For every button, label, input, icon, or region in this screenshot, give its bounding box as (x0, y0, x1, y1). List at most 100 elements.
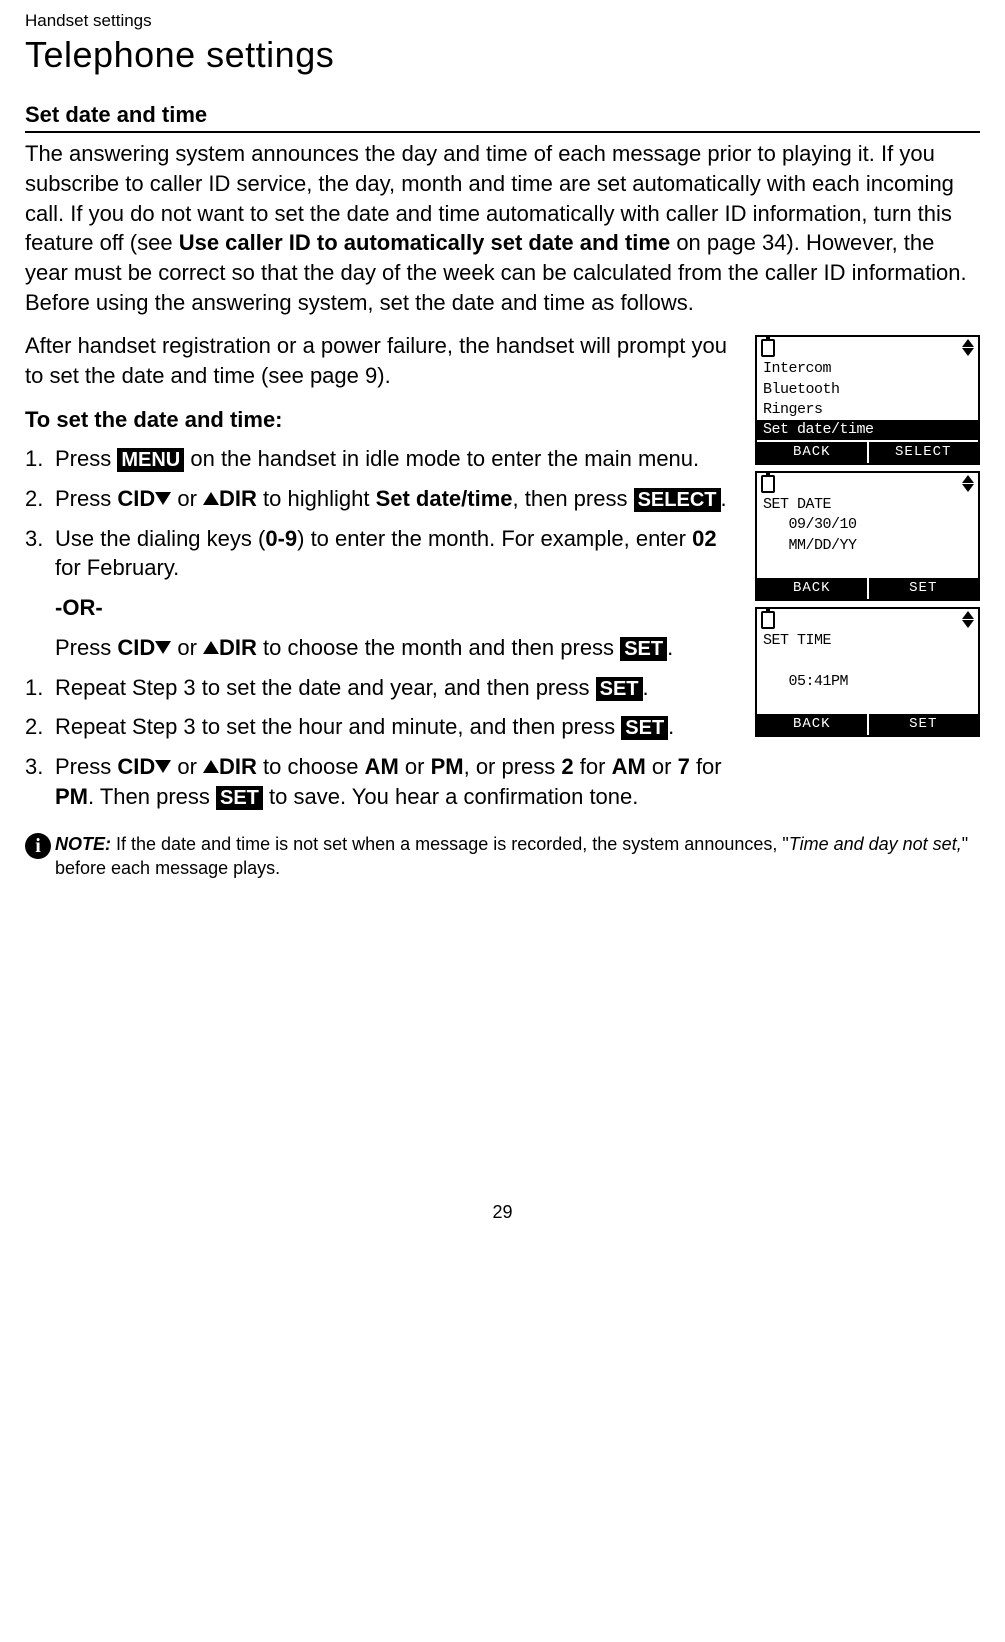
step-b3: Press CID or DIR to choose AM or PM, or … (25, 752, 743, 811)
up-triangle-icon (203, 641, 219, 654)
step-text: , then press (513, 486, 634, 511)
scroll-arrows-icon (962, 339, 974, 356)
lcd-line (763, 556, 972, 576)
breadcrumb: Handset settings (25, 10, 980, 33)
or-separator: -OR- (55, 593, 743, 623)
down-triangle-icon (155, 641, 171, 654)
step-text: on the handset in idle mode to enter the… (184, 446, 699, 471)
lcd-screen-time: SET TIME 05:41PM BACK SET (755, 607, 980, 737)
softkey-back: BACK (757, 578, 869, 599)
info-icon: i (25, 833, 51, 859)
set-date-time-label: Set date/time (376, 486, 513, 511)
key-7: 7 (678, 754, 690, 779)
pm-label: PM (431, 754, 464, 779)
softkey-set: SET (869, 578, 979, 599)
step-b2: Repeat Step 3 to set the hour and minute… (25, 712, 743, 742)
page-number: 29 (25, 1200, 980, 1224)
step-2: Press CID or DIR to highlight Set date/t… (25, 484, 743, 514)
up-triangle-icon (203, 760, 219, 773)
step-3: Use the dialing keys (0-9) to enter the … (25, 524, 743, 583)
lcd-line (763, 651, 972, 671)
or-paragraph: Press CID or DIR to choose the month and… (55, 633, 743, 663)
steps-list-a: Press MENU on the handset in idle mode t… (25, 444, 743, 583)
steps-list-b: Repeat Step 3 to set the date and year, … (25, 673, 743, 812)
step-text: to choose (257, 754, 365, 779)
step-text: . (668, 714, 674, 739)
section-heading: Set date and time (25, 100, 980, 134)
lcd-screen-menu: Intercom Bluetooth Ringers Set date/time… (755, 335, 980, 465)
sub-heading: To set the date and time: (25, 405, 743, 435)
set-keycap: SET (620, 637, 667, 661)
cid-label: CID (117, 486, 155, 511)
softkey-back: BACK (757, 714, 869, 735)
step-text: , or press (464, 754, 562, 779)
step-text: or (646, 754, 678, 779)
set-keycap: SET (216, 786, 263, 810)
cid-label: CID (117, 754, 155, 779)
page-title: Telephone settings (25, 31, 980, 80)
step-text: to choose the month and then press (257, 635, 620, 660)
intro-bold-ref: Use caller ID to automatically set date … (179, 230, 671, 255)
note-text: If the date and time is not set when a m… (111, 834, 789, 854)
pm-label: PM (55, 784, 88, 809)
step-text: Press (55, 486, 117, 511)
dir-label: DIR (219, 754, 257, 779)
step-text: . (721, 486, 727, 511)
lcd-line: Ringers (763, 400, 972, 420)
menu-keycap: MENU (117, 448, 184, 472)
lcd-line: Bluetooth (763, 380, 972, 400)
step-text: or (171, 486, 203, 511)
select-keycap: SELECT (634, 488, 721, 512)
scroll-arrows-icon (962, 475, 974, 492)
lcd-line-highlighted: Set date/time (757, 420, 978, 440)
step-text: to save. You hear a confirmation tone. (263, 784, 638, 809)
step-1: Press MENU on the handset in idle mode t… (25, 444, 743, 474)
step-text: to highlight (257, 486, 376, 511)
step-text: Repeat Step 3 to set the date and year, … (55, 675, 596, 700)
battery-icon (761, 475, 775, 493)
dir-label: DIR (219, 635, 257, 660)
lcd-line: 05:41PM (763, 672, 972, 692)
step-text: . (643, 675, 649, 700)
down-triangle-icon (155, 760, 171, 773)
note-label: NOTE: (55, 834, 111, 854)
step-text: Press (55, 754, 117, 779)
set-keycap: SET (621, 716, 668, 740)
step-text: ) to enter the month. For example, enter (297, 526, 692, 551)
intro-paragraph-1: The answering system announces the day a… (25, 139, 980, 317)
step-text: Repeat Step 3 to set the hour and minute… (55, 714, 621, 739)
scroll-arrows-icon (962, 611, 974, 628)
lcd-screens-column: Intercom Bluetooth Ringers Set date/time… (755, 335, 980, 737)
softkey-select: SELECT (869, 442, 979, 463)
step-text: for February. (55, 555, 179, 580)
am-label: AM (365, 754, 399, 779)
down-triangle-icon (155, 492, 171, 505)
lcd-line: SET DATE (763, 495, 972, 515)
dir-label: DIR (219, 486, 257, 511)
softkey-back: BACK (757, 442, 869, 463)
step-text: . Then press (88, 784, 216, 809)
battery-icon (761, 339, 775, 357)
month-example: 02 (692, 526, 716, 551)
step-text: or (399, 754, 431, 779)
battery-icon (761, 611, 775, 629)
up-triangle-icon (203, 492, 219, 505)
digits-label: 0-9 (265, 526, 297, 551)
step-b1: Repeat Step 3 to set the date and year, … (25, 673, 743, 703)
step-text: or (171, 754, 203, 779)
lcd-line: SET TIME (763, 631, 972, 651)
step-text: Press (55, 635, 117, 660)
step-text: Press (55, 446, 117, 471)
step-text: for (690, 754, 722, 779)
lcd-screen-date: SET DATE 09/30/10 MM/DD/YY BACK SET (755, 471, 980, 601)
step-text: . (667, 635, 673, 660)
am-label: AM (612, 754, 646, 779)
note-block: i NOTE: If the date and time is not set … (25, 833, 980, 880)
step-text: or (171, 635, 203, 660)
softkey-set: SET (869, 714, 979, 735)
key-2: 2 (561, 754, 573, 779)
cid-label: CID (117, 635, 155, 660)
lcd-line: Intercom (763, 359, 972, 379)
set-keycap: SET (596, 677, 643, 701)
step-text: for (574, 754, 612, 779)
